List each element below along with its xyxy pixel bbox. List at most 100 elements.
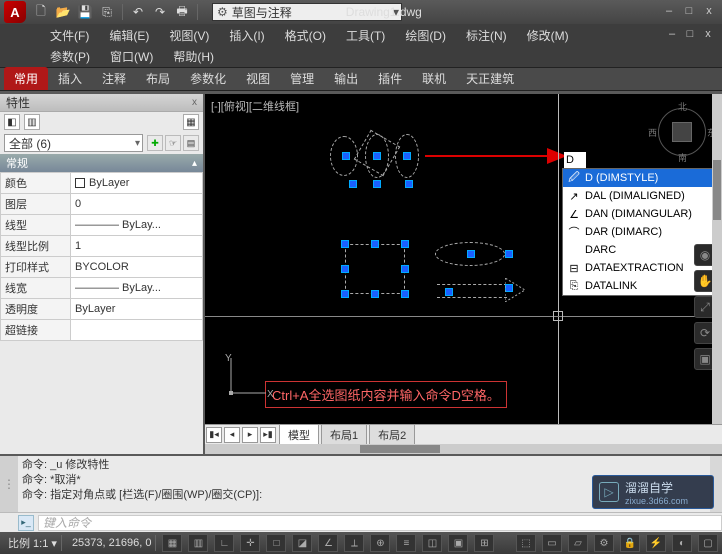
autocomplete-item[interactable]: ∠DAN (DIMANGULAR) <box>563 205 721 223</box>
menu-window[interactable]: 窗口(W) <box>100 46 163 68</box>
sc-toggle[interactable]: ⊞ <box>474 534 494 552</box>
palette-header[interactable]: 特性 x <box>0 94 203 112</box>
ribbon-tab[interactable]: 天正建筑 <box>456 67 524 90</box>
quick-view-layouts[interactable]: ▭ <box>542 534 562 552</box>
otrack-toggle[interactable]: ∠ <box>318 534 338 552</box>
save-icon[interactable]: 💾 <box>76 3 94 21</box>
grip[interactable] <box>373 180 381 188</box>
grip[interactable] <box>401 240 409 248</box>
command-prompt-icon[interactable]: ▸_ <box>18 515 34 531</box>
close-button[interactable]: x <box>700 5 718 19</box>
property-value[interactable]: 1 <box>71 236 203 257</box>
toggle-pim-icon[interactable]: ✚ <box>147 135 163 151</box>
vertical-scrollbar[interactable] <box>712 94 722 424</box>
layout-tab-model[interactable]: 模型 <box>279 424 319 445</box>
hardware-accel[interactable]: ⚡ <box>646 534 666 552</box>
grip[interactable] <box>342 152 350 160</box>
property-value[interactable]: ———— ByLay... <box>71 278 203 299</box>
ducs-toggle[interactable]: ⟂ <box>344 534 364 552</box>
autocomplete-item[interactable]: ↗DAL (DIMALIGNED) <box>563 187 721 205</box>
drawing-entity[interactable] <box>345 244 405 294</box>
command-input[interactable]: 键入命令 <box>38 515 722 531</box>
autocomplete-item[interactable]: 🖉D (DIMSTYLE) <box>563 169 721 187</box>
property-value[interactable]: ByLayer <box>71 173 203 194</box>
open-icon[interactable]: 📂 <box>54 3 72 21</box>
redo-icon[interactable]: ↷ <box>151 3 169 21</box>
grip[interactable] <box>373 152 381 160</box>
layout-tab-2[interactable]: 布局2 <box>369 424 415 445</box>
menu-format[interactable]: 格式(O) <box>275 24 336 46</box>
grip[interactable] <box>341 290 349 298</box>
model-button[interactable]: ⬚ <box>516 534 536 552</box>
property-value[interactable]: ByLayer <box>71 299 203 320</box>
menu-dimension[interactable]: 标注(N) <box>456 24 517 46</box>
pickadd-icon[interactable]: ▥ <box>24 114 40 130</box>
property-value[interactable] <box>71 320 203 341</box>
drag-handle-icon[interactable]: ⋮ <box>0 456 18 512</box>
ribbon-tab[interactable]: 管理 <box>280 67 324 90</box>
section-general[interactable]: 常规 ▴ <box>0 154 203 172</box>
viewport-label[interactable]: [-][俯视][二维线框] <box>211 98 299 114</box>
autocomplete-item[interactable]: ⌒DAR (DIMARC) <box>563 223 721 241</box>
grip[interactable] <box>371 290 379 298</box>
grip[interactable] <box>405 180 413 188</box>
ribbon-tab[interactable]: 联机 <box>412 67 456 90</box>
toolbar-lock[interactable]: 🔒 <box>620 534 640 552</box>
tpy-toggle[interactable]: ◫ <box>422 534 442 552</box>
doc-maximize[interactable]: □ <box>682 28 698 42</box>
menu-insert[interactable]: 插入(I) <box>219 24 274 46</box>
property-value[interactable]: 0 <box>71 194 203 215</box>
first-tab-icon[interactable]: ▮◂ <box>206 427 222 443</box>
next-tab-icon[interactable]: ▸ <box>242 427 258 443</box>
lwt-toggle[interactable]: ≡ <box>396 534 416 552</box>
workspace-switch[interactable]: ⚙ <box>594 534 614 552</box>
clean-screen[interactable]: ▢ <box>698 534 718 552</box>
drawing-entity[interactable] <box>505 278 529 302</box>
menu-file[interactable]: 文件(F) <box>40 24 99 46</box>
ribbon-tab[interactable]: 参数化 <box>180 67 236 90</box>
ribbon-tab[interactable]: 注释 <box>92 67 136 90</box>
qp-toggle[interactable]: ▣ <box>448 534 468 552</box>
selection-combo[interactable]: 全部 (6) ▾ <box>4 134 143 152</box>
app-icon[interactable]: A <box>4 1 26 23</box>
grip[interactable] <box>341 240 349 248</box>
undo-icon[interactable]: ↶ <box>129 3 147 21</box>
viewcube[interactable]: 北 南 东 西 <box>652 102 712 162</box>
no-selection-icon[interactable]: ◧ <box>4 114 20 130</box>
layout-tab-1[interactable]: 布局1 <box>321 424 367 445</box>
ribbon-tab[interactable]: 视图 <box>236 67 280 90</box>
menu-draw[interactable]: 绘图(D) <box>395 24 456 46</box>
saveas-icon[interactable]: ⎘ <box>98 3 116 21</box>
menu-edit[interactable]: 编辑(E) <box>99 24 159 46</box>
quick-select-icon2[interactable]: ▤ <box>183 135 199 151</box>
grip[interactable] <box>341 265 349 273</box>
ribbon-tab[interactable]: 插件 <box>368 67 412 90</box>
print-icon[interactable]: 🖶 <box>173 3 191 21</box>
grip[interactable] <box>403 152 411 160</box>
ribbon-tab[interactable]: 输出 <box>324 67 368 90</box>
grip[interactable] <box>401 290 409 298</box>
ribbon-tab[interactable]: 插入 <box>48 67 92 90</box>
last-tab-icon[interactable]: ▸▮ <box>260 427 276 443</box>
grip[interactable] <box>467 250 475 258</box>
minimize-button[interactable]: – <box>660 5 678 19</box>
quick-select-icon[interactable]: ▦ <box>183 114 199 130</box>
menu-help[interactable]: 帮助(H) <box>163 46 224 68</box>
grid-toggle[interactable]: ▥ <box>188 534 208 552</box>
prev-tab-icon[interactable]: ◂ <box>224 427 240 443</box>
grip[interactable] <box>349 180 357 188</box>
horizontal-scrollbar[interactable] <box>205 444 722 454</box>
grip[interactable] <box>505 250 513 258</box>
osnap-toggle[interactable]: □ <box>266 534 286 552</box>
dynamic-input[interactable]: D <box>564 152 586 168</box>
grip[interactable] <box>401 265 409 273</box>
snap-toggle[interactable]: ▦ <box>162 534 182 552</box>
ortho-toggle[interactable]: ∟ <box>214 534 234 552</box>
grip[interactable] <box>445 288 453 296</box>
menu-view[interactable]: 视图(V) <box>159 24 219 46</box>
ribbon-tab[interactable]: 布局 <box>136 67 180 90</box>
doc-close[interactable]: x <box>700 28 716 42</box>
property-value[interactable]: ———— ByLay... <box>71 215 203 236</box>
polar-toggle[interactable]: ✛ <box>240 534 260 552</box>
3dosnap-toggle[interactable]: ◪ <box>292 534 312 552</box>
